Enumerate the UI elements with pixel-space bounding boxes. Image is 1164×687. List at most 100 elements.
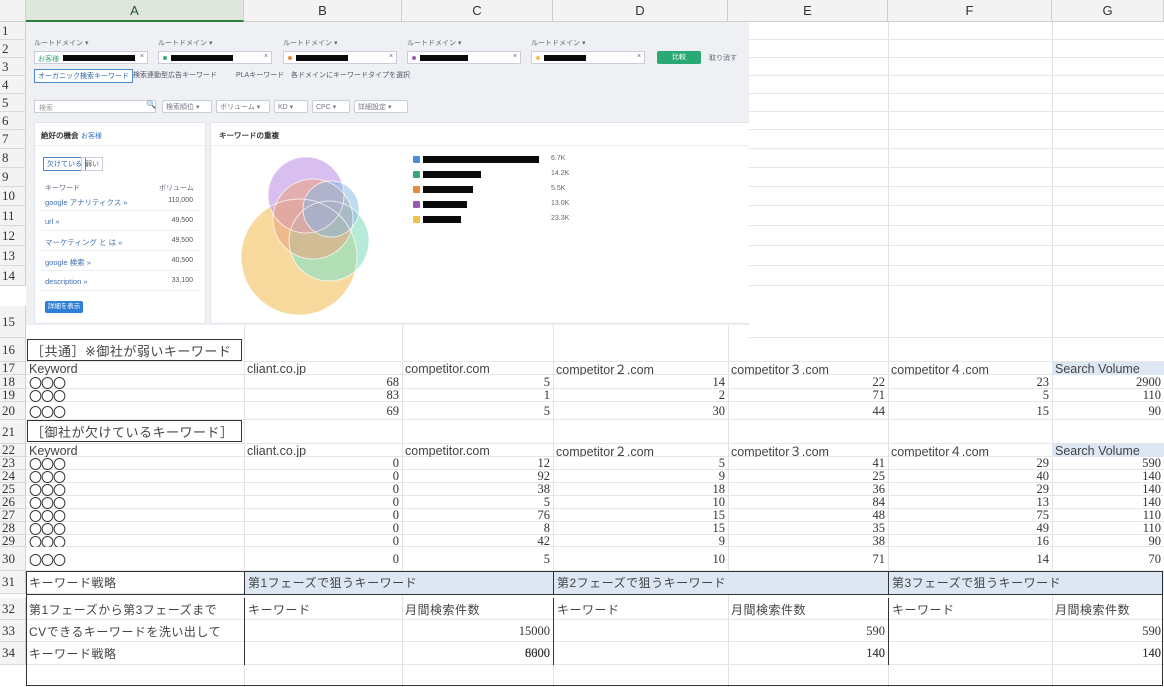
phase3-volume-cell[interactable]: 590 [1052,620,1164,642]
close-icon[interactable]: × [637,53,641,60]
weak-table-cell[interactable]: 5 [888,389,1052,402]
weak-table-cell[interactable]: 〇〇〇 [26,375,244,390]
weak-table-cell[interactable]: 83 [244,389,402,402]
root-domain-dropdown[interactable]: ルートドメイン ▾ [407,38,461,48]
phase3-volume-cell[interactable]: 140 [1052,642,1164,665]
phase3-keyword-label[interactable]: キーワード [888,598,1052,620]
phase1-volume-cell[interactable]: 6600 [402,642,553,665]
domain-input-you[interactable]: お客様 × [34,51,148,64]
row-header[interactable]: 8 [0,149,26,168]
strategy-line-1[interactable]: 第1フェーズから第3フェーズまで [26,598,244,620]
missing-table-cell[interactable]: 12 [402,457,553,470]
opportunity-keyword-link[interactable]: description » [45,277,88,286]
row-header[interactable]: 15 [0,306,26,338]
filter-advanced[interactable]: 詳細設定 ▾ [354,100,408,113]
missing-table-cell[interactable]: 9 [553,470,728,483]
missing-table-cell[interactable]: 140 [1052,483,1164,496]
row-header[interactable]: 33 [0,620,26,642]
row-header[interactable]: 9 [0,168,26,187]
weak-table-header-0[interactable]: Keyword [26,362,244,375]
opportunity-keyword-link[interactable]: url » [45,217,60,226]
missing-table-cell[interactable]: 35 [728,522,888,535]
tab-organic-keywords[interactable]: オーガニック検索キーワード [34,69,133,83]
missing-table-cell[interactable]: 〇〇〇 [26,547,244,571]
missing-table-cell[interactable]: 40 [888,470,1052,483]
weak-table-header-2[interactable]: competitor.com [402,362,553,375]
strategy-line-2[interactable]: CVできるキーワードを洗い出して [26,620,244,642]
close-icon[interactable]: × [513,53,517,60]
phase2-keyword-cell[interactable] [553,642,728,665]
weak-table-cell[interactable]: 2900 [1052,375,1164,389]
compare-button[interactable]: 比較 [657,51,701,64]
missing-table-cell[interactable]: 29 [888,457,1052,470]
weak-table-cell[interactable]: 〇〇〇 [26,402,244,420]
missing-table-cell[interactable]: 10 [553,547,728,571]
phase3-header[interactable]: 第3フェーズで狙うキーワード [888,571,1164,594]
row-header[interactable]: 11 [0,206,26,226]
row-header[interactable]: 1 [0,22,26,40]
legend-checkbox[interactable] [413,216,420,223]
section-title-missing-keywords[interactable]: ［御社が欠けているキーワード］ [27,420,242,442]
tab-keyword-type-select[interactable]: 各ドメインにキーワードタイプを選択 [288,69,413,83]
weak-table-header-1[interactable]: cliant.co.jp [244,362,402,375]
weak-table-cell[interactable]: 68 [244,375,402,389]
missing-table-cell[interactable]: 5 [402,547,553,571]
missing-table-cell[interactable]: 15 [553,509,728,522]
missing-table-cell[interactable]: 590 [1052,457,1164,470]
missing-table-cell[interactable]: 0 [244,470,402,483]
missing-table-cell[interactable]: 48 [728,509,888,522]
missing-table-cell[interactable]: 110 [1052,522,1164,535]
row-header[interactable]: 29 [0,533,26,548]
opportunity-keyword-link[interactable]: google 検索 » [45,257,91,268]
missing-table-cell[interactable]: 13 [888,496,1052,509]
missing-table-header-0[interactable]: Keyword [26,444,244,457]
missing-table-header-1[interactable]: cliant.co.jp [244,444,402,457]
tab-pla-keywords[interactable]: PLAキーワード [233,69,287,83]
missing-table-header-5[interactable]: competitor４.com [888,444,1052,457]
weak-table-cell[interactable]: 22 [728,375,888,389]
phase2-volume-cell[interactable]: 140 [728,642,888,665]
legend-checkbox[interactable] [413,156,420,163]
row-header[interactable]: 19 [0,387,26,402]
legend-checkbox[interactable] [413,201,420,208]
missing-table-cell[interactable]: 0 [244,547,402,571]
domain-input-competitor-2[interactable]: × [283,51,397,64]
section-title-weak-keywords[interactable]: ［共通］※御社が弱いキーワード [27,339,242,361]
close-icon[interactable]: × [140,53,144,60]
weak-table-cell[interactable]: 15 [888,402,1052,420]
missing-table-cell[interactable]: 〇〇〇 [26,509,244,522]
row-header[interactable]: 2 [0,40,26,58]
missing-table-cell[interactable]: 〇〇〇 [26,535,244,547]
opportunity-keyword-link[interactable]: google アナリティクス » [45,197,128,208]
missing-table-cell[interactable]: 41 [728,457,888,470]
missing-table-cell[interactable]: 0 [244,509,402,522]
row-header[interactable]: 13 [0,246,26,266]
root-domain-dropdown[interactable]: ルートドメイン ▾ [283,38,337,48]
row-header[interactable]: 10 [0,187,26,206]
missing-table-cell[interactable]: 140 [1052,470,1164,483]
row-header[interactable]: 34 [0,642,26,665]
missing-table-cell[interactable]: 5 [402,496,553,509]
weak-table-cell[interactable]: 23 [888,375,1052,389]
missing-table-cell[interactable]: 42 [402,535,553,547]
toggle-weak[interactable]: 弱い [81,157,103,171]
close-icon[interactable]: × [389,53,393,60]
column-header-f[interactable]: F [888,0,1052,22]
legend-checkbox[interactable] [413,186,420,193]
missing-table-cell[interactable]: 25 [728,470,888,483]
missing-table-cell[interactable]: 71 [728,547,888,571]
phase3-keyword-cell[interactable] [888,620,1052,642]
weak-table-cell[interactable]: 5 [402,402,553,420]
close-icon[interactable]: × [264,53,268,60]
weak-table-cell[interactable]: 2 [553,389,728,402]
row-header[interactable]: 3 [0,58,26,76]
missing-table-cell[interactable]: 70 [1052,547,1164,571]
missing-table-cell[interactable]: 92 [402,470,553,483]
column-header-d[interactable]: D [553,0,728,22]
missing-table-cell[interactable]: 〇〇〇 [26,470,244,483]
missing-table-cell[interactable]: 36 [728,483,888,496]
weak-table-cell[interactable]: 90 [1052,402,1164,420]
weak-table-cell[interactable]: 71 [728,389,888,402]
filter-position[interactable]: 検索順位 ▾ [162,100,212,113]
weak-table-cell[interactable]: 30 [553,402,728,420]
